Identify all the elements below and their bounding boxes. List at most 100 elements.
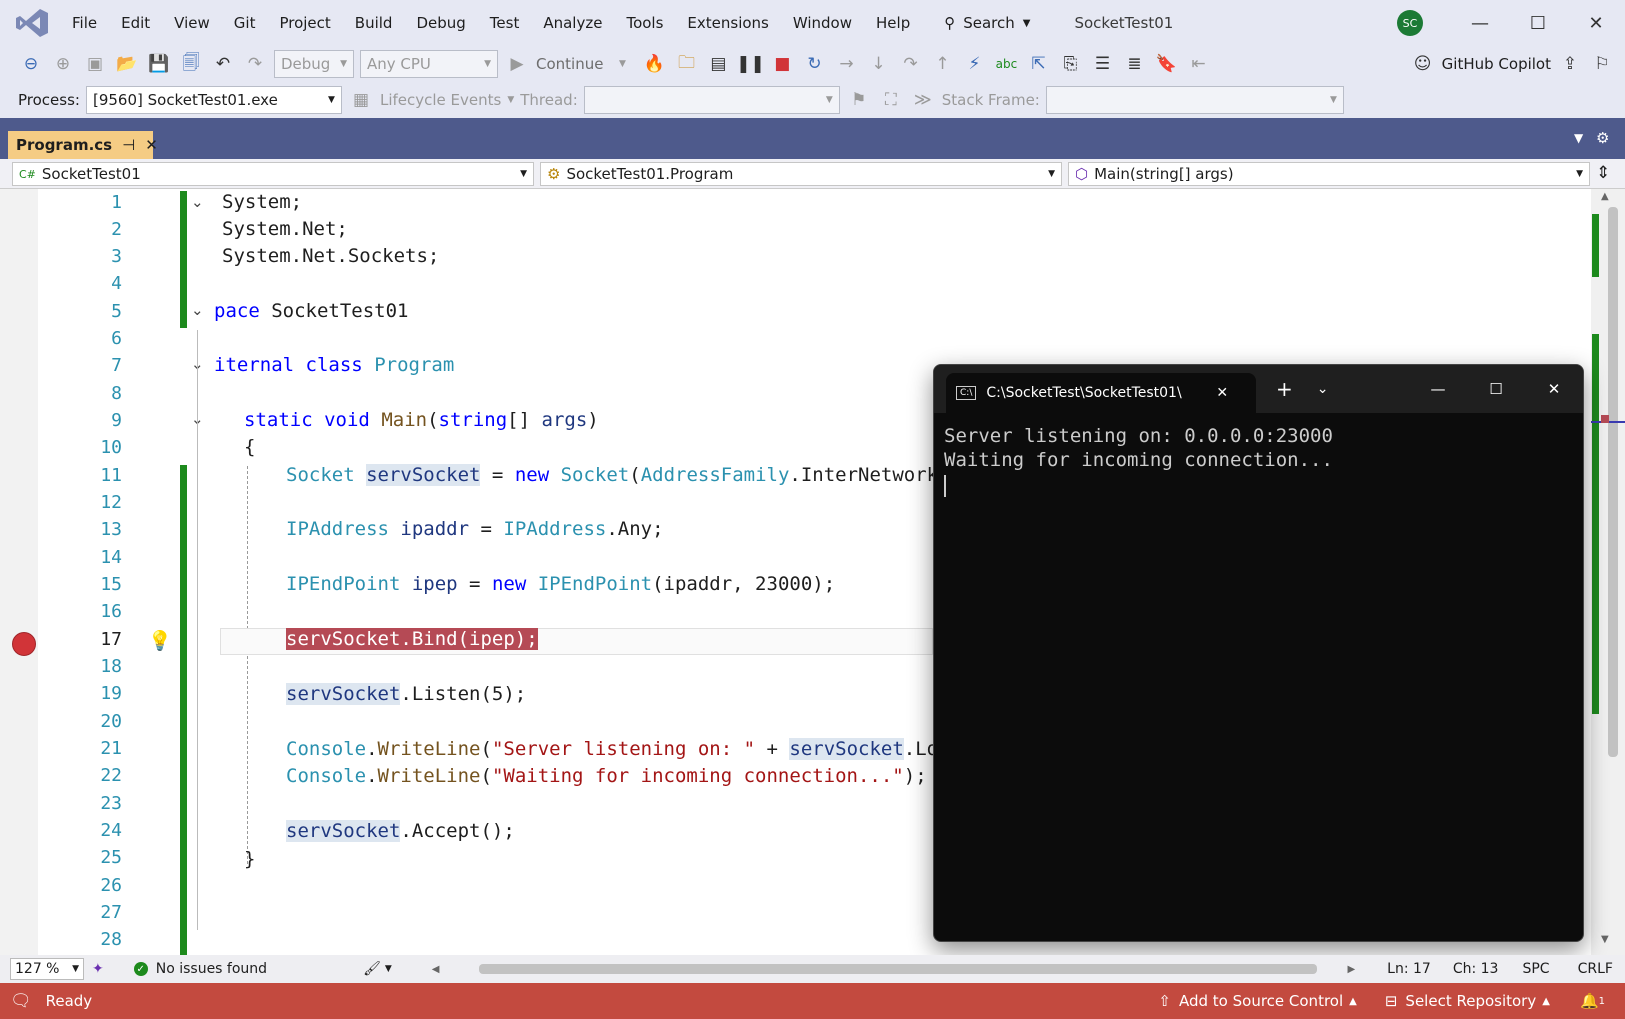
indent-icon[interactable]: ☰ — [1089, 51, 1115, 77]
process-select[interactable]: [9560] SocketTest01.exe ▼ — [85, 86, 342, 114]
tab-overflow-icon[interactable]: ▼ — [1574, 131, 1583, 145]
search-button[interactable]: ⚲ Search ▼ — [936, 14, 1038, 32]
play-icon[interactable]: ▶ — [504, 51, 530, 77]
gear-icon[interactable]: ⚙ — [1596, 129, 1609, 147]
maximize-button[interactable]: ☐ — [1467, 380, 1525, 398]
step-out-icon[interactable]: ↑ — [929, 51, 955, 77]
menu-help[interactable]: Help — [864, 14, 922, 32]
stackframe-select[interactable]: ▼ — [1045, 86, 1344, 114]
visual-studio-logo-icon[interactable] — [10, 1, 54, 45]
terminal-window[interactable]: C:\ C:\SocketTest\SocketTest01\ ✕ + ⌄ — … — [933, 364, 1584, 942]
vertical-scrollbar[interactable]: ▲ ▼ — [1591, 189, 1625, 959]
feedback-icon[interactable]: ⚐ — [1589, 51, 1615, 77]
platform-select[interactable]: Any CPU ▼ — [360, 50, 498, 78]
collapse-icon[interactable]: ⌄ — [191, 193, 204, 211]
open-folder-icon[interactable]: 📂 — [114, 51, 140, 77]
save-icon[interactable]: 💾 — [146, 51, 172, 77]
undo-icon[interactable]: ↶ — [210, 51, 236, 77]
issues-status[interactable]: No issues found — [156, 961, 267, 977]
share-icon[interactable]: ⇪ — [1557, 51, 1583, 77]
pin-icon[interactable]: ⊣ — [122, 136, 135, 154]
flag-icon[interactable]: ⚑ — [846, 87, 872, 113]
scroll-right-icon[interactable]: ▶ — [1347, 964, 1355, 975]
chevron-down-icon[interactable]: ▼ — [385, 964, 392, 974]
menu-extensions[interactable]: Extensions — [675, 14, 780, 32]
copy-icon[interactable]: ⎘ — [1057, 51, 1083, 77]
chevron-down-icon[interactable]: ▼ — [507, 95, 514, 105]
select-repository-button[interactable]: Select Repository — [1405, 992, 1536, 1010]
stack-icon[interactable]: ≫ — [910, 87, 936, 113]
menu-test[interactable]: Test — [478, 14, 532, 32]
hot-reload-icon[interactable]: 🔥 — [641, 51, 667, 77]
lightbulb-icon[interactable]: 💡 — [148, 629, 172, 652]
show-next-statement-icon[interactable]: → — [833, 51, 859, 77]
horizontal-scroll-thumb[interactable] — [479, 964, 1318, 974]
solution-explorer-icon[interactable]: 🗀 — [673, 51, 699, 77]
step-over-icon[interactable]: ↷ — [897, 51, 923, 77]
scroll-thumb[interactable] — [1608, 207, 1618, 757]
code-cleanup-icon[interactable]: ✦ — [92, 961, 104, 977]
spell-check-icon[interactable]: abc — [993, 51, 1019, 77]
menu-project[interactable]: Project — [267, 14, 342, 32]
menu-edit[interactable]: Edit — [109, 14, 162, 32]
class-nav-select[interactable]: ⚙ SocketTest01.Program ▼ — [540, 162, 1062, 186]
avatar[interactable]: SC — [1397, 10, 1423, 36]
close-button[interactable]: ✕ — [1525, 380, 1583, 398]
column-indicator[interactable]: Ch: 13 — [1453, 961, 1499, 977]
menu-window[interactable]: Window — [781, 14, 864, 32]
menu-view[interactable]: View — [162, 14, 222, 32]
tab-program-cs[interactable]: Program.cs ⊣ ✕ — [8, 131, 158, 159]
diagnostics-icon[interactable]: ⚡ — [961, 51, 987, 77]
scroll-down-icon[interactable]: ▼ — [1601, 934, 1609, 945]
select-icon[interactable]: ⇱ — [1025, 51, 1051, 77]
collapse-icon[interactable]: ⌄ — [191, 301, 204, 319]
restart-icon[interactable]: ↻ — [801, 51, 827, 77]
copilot-label[interactable]: GitHub Copilot — [1442, 55, 1551, 73]
pause-icon[interactable]: ❚❚ — [736, 51, 765, 77]
breakpoint-icon[interactable] — [12, 632, 36, 656]
menu-git[interactable]: Git — [222, 14, 268, 32]
close-button[interactable]: ✕ — [1567, 0, 1625, 46]
forward-icon[interactable]: ⊕ — [50, 51, 76, 77]
lifecycle-label[interactable]: Lifecycle Events — [380, 91, 501, 109]
outdent-icon[interactable]: ≣ — [1121, 51, 1147, 77]
back-icon[interactable]: ⊖ — [18, 51, 44, 77]
whitespace-indicator[interactable]: SPC — [1522, 961, 1549, 977]
project-nav-select[interactable]: C# SocketTest01 ▼ — [12, 162, 534, 186]
save-all-icon[interactable]: 🗐 — [178, 51, 204, 77]
scroll-up-icon[interactable]: ▲ — [1601, 191, 1609, 202]
brush-icon[interactable]: 🖌 — [363, 961, 381, 977]
threads-icon[interactable]: ⛶ — [878, 87, 904, 113]
menu-debug[interactable]: Debug — [404, 14, 477, 32]
redo-icon[interactable]: ↷ — [242, 51, 268, 77]
split-icon[interactable]: ⇕ — [1596, 163, 1610, 183]
close-icon[interactable]: ✕ — [145, 136, 158, 154]
line-indicator[interactable]: Ln: 17 — [1387, 961, 1431, 977]
configuration-select[interactable]: Debug ▼ — [274, 50, 354, 78]
chevron-up-icon[interactable]: ▲ — [1349, 996, 1357, 1007]
chevron-up-icon[interactable]: ▲ — [1542, 996, 1550, 1007]
chevron-down-icon[interactable]: ⌄ — [1317, 381, 1329, 397]
copilot-icon[interactable]: ☺ — [1410, 51, 1436, 77]
member-nav-select[interactable]: ⬡ Main(string[] args) ▼ — [1068, 162, 1590, 186]
stop-icon[interactable]: ■ — [769, 51, 795, 77]
menu-file[interactable]: File — [60, 14, 109, 32]
add-to-source-control-button[interactable]: Add to Source Control — [1179, 992, 1343, 1010]
minimize-button[interactable]: — — [1409, 380, 1467, 398]
menu-tools[interactable]: Tools — [614, 14, 675, 32]
terminal-tab[interactable]: C:\ C:\SocketTest\SocketTest01\ ✕ — [946, 373, 1256, 413]
maximize-button[interactable]: ☐ — [1509, 0, 1567, 46]
step-into-icon[interactable]: ↓ — [865, 51, 891, 77]
lifecycle-icon[interactable]: ▦ — [348, 87, 374, 113]
notifications-icon[interactable]: 🔔 — [1580, 992, 1599, 1010]
bookmark-icon[interactable]: 🔖 — [1153, 51, 1179, 77]
new-project-icon[interactable]: ▣ — [82, 51, 108, 77]
thread-select[interactable]: ▼ — [583, 86, 840, 114]
minimize-button[interactable]: — — [1451, 0, 1509, 46]
new-tab-icon[interactable]: + — [1276, 377, 1293, 401]
close-icon[interactable]: ✕ — [1216, 385, 1228, 401]
menu-analyze[interactable]: Analyze — [531, 14, 614, 32]
menu-build[interactable]: Build — [343, 14, 405, 32]
output-icon[interactable]: 🗨 — [10, 991, 32, 1011]
prev-bookmark-icon[interactable]: ⇤ — [1185, 51, 1211, 77]
